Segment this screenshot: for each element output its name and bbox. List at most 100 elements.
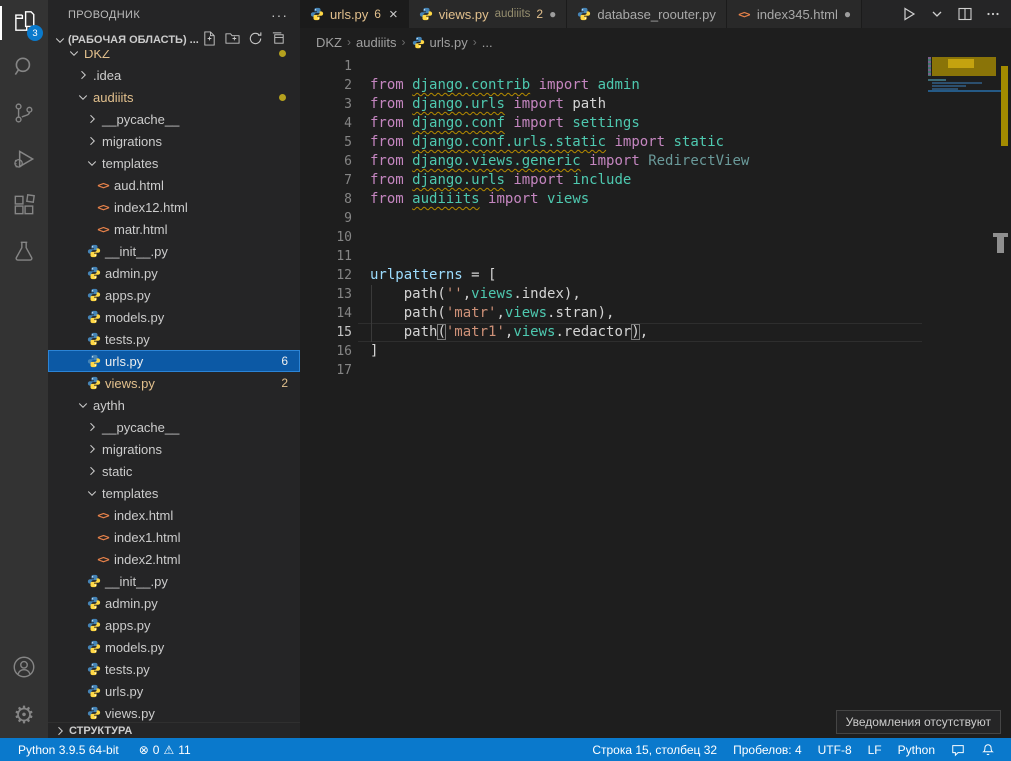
tree-item-models.py[interactable]: models.py bbox=[48, 636, 300, 658]
python-file-icon bbox=[87, 640, 101, 654]
tree-item-.idea[interactable]: .idea bbox=[48, 64, 300, 86]
breadcrumb-item-audiiits[interactable]: audiiits bbox=[356, 35, 396, 50]
explorer-activity-item[interactable]: 3 bbox=[0, 0, 48, 46]
source-control-activity-item[interactable] bbox=[0, 92, 48, 138]
status-python[interactable]: Python bbox=[890, 743, 943, 757]
new-file-icon[interactable] bbox=[202, 31, 217, 49]
close-icon[interactable]: × bbox=[389, 6, 398, 23]
code-line-14[interactable]: 14 path('matr',views.stran), bbox=[300, 304, 1011, 323]
error-count: 0 bbox=[153, 743, 160, 757]
code-line-7[interactable]: 7from django.urls import include bbox=[300, 171, 1011, 190]
refresh-icon[interactable] bbox=[248, 31, 263, 49]
extensions-activity-item[interactable] bbox=[0, 184, 48, 230]
new-folder-icon[interactable] bbox=[225, 31, 240, 49]
tree-item-static[interactable]: static bbox=[48, 460, 300, 482]
tree-item-views.py[interactable]: views.py bbox=[48, 702, 300, 722]
bell-icon[interactable] bbox=[973, 743, 1003, 757]
tree-item-views.py[interactable]: views.py2 bbox=[48, 372, 300, 394]
feedback-icon[interactable] bbox=[943, 743, 973, 757]
run-icon[interactable] bbox=[901, 6, 917, 22]
code-line-8[interactable]: 8from audiiits import views bbox=[300, 190, 1011, 209]
tree-item-index2.html[interactable]: <>index2.html bbox=[48, 548, 300, 570]
tab-urls.py[interactable]: urls.py6× bbox=[300, 0, 409, 28]
tree-item-admin.py[interactable]: admin.py bbox=[48, 262, 300, 284]
modified-dot-icon[interactable]: ● bbox=[549, 7, 556, 21]
code-line-1[interactable]: 1 bbox=[300, 57, 1011, 76]
run-dropdown-icon[interactable] bbox=[929, 6, 945, 22]
tab-database_roouter.py[interactable]: database_roouter.py bbox=[567, 0, 727, 28]
outline-section-header[interactable]: СТРУКТУРА bbox=[48, 722, 300, 738]
activity-bar: 3 ⚙ bbox=[0, 0, 48, 738]
code-line-11[interactable]: 11 bbox=[300, 247, 1011, 266]
account-activity-item[interactable] bbox=[0, 646, 48, 692]
tree-item-index12.html[interactable]: <>index12.html bbox=[48, 196, 300, 218]
tree-item-migrations[interactable]: migrations bbox=[48, 438, 300, 460]
status-bar-right: Строка 15, столбец 32Пробелов: 4UTF-8LFP… bbox=[584, 743, 1011, 757]
error-icon: ⊗ bbox=[139, 743, 149, 757]
tree-item-templates[interactable]: templates bbox=[48, 152, 300, 174]
breadcrumb-item-urls.py[interactable]: urls.py bbox=[410, 35, 467, 50]
tree-item-tests.py[interactable]: tests.py bbox=[48, 328, 300, 350]
sidebar-more-actions-icon[interactable]: ··· bbox=[271, 7, 288, 23]
tree-item-label: apps.py bbox=[105, 618, 151, 633]
tree-item-migrations[interactable]: migrations bbox=[48, 130, 300, 152]
modified-dot-icon[interactable]: ● bbox=[844, 7, 851, 21]
code-line-15[interactable]: 15 path('matr1',views.redactor), bbox=[300, 323, 1011, 342]
breadcrumb-separator: › bbox=[401, 35, 405, 49]
tree-item-models.py[interactable]: models.py bbox=[48, 306, 300, 328]
chevron-down-icon bbox=[68, 50, 80, 59]
problems-status[interactable]: ⊗ 0 ⚠ 11 bbox=[131, 743, 199, 757]
code-line-3[interactable]: 3from django.urls import path bbox=[300, 95, 1011, 114]
tree-item-matr.html[interactable]: <>matr.html bbox=[48, 218, 300, 240]
tree-item-__init__.py[interactable]: __init__.py bbox=[48, 570, 300, 592]
tree-item-apps.py[interactable]: apps.py bbox=[48, 284, 300, 306]
tree-item-tests.py[interactable]: tests.py bbox=[48, 658, 300, 680]
tree-item-__pycache__[interactable]: __pycache__ bbox=[48, 108, 300, 130]
code-line-5[interactable]: 5from django.conf.urls.static import sta… bbox=[300, 133, 1011, 152]
testing-activity-item[interactable] bbox=[0, 230, 48, 276]
code-editor[interactable]: 12from django.contrib import admin3from … bbox=[300, 56, 1011, 380]
run-debug-activity-item[interactable] bbox=[0, 138, 48, 184]
python-interpreter-status[interactable]: Python 3.9.5 64-bit bbox=[10, 743, 127, 757]
code-line-13[interactable]: 13 path('',views.index), bbox=[300, 285, 1011, 304]
code-line-12[interactable]: 12urlpatterns = [ bbox=[300, 266, 1011, 285]
split-editor-icon[interactable] bbox=[957, 6, 973, 22]
tree-item-apps.py[interactable]: apps.py bbox=[48, 614, 300, 636]
breadcrumb-item-...[interactable]: ... bbox=[482, 35, 493, 50]
tree-item-index1.html[interactable]: <>index1.html bbox=[48, 526, 300, 548]
code-line-16[interactable]: 16] bbox=[300, 342, 1011, 361]
tree-item-templates[interactable]: templates bbox=[48, 482, 300, 504]
search-activity-item[interactable] bbox=[0, 46, 48, 92]
workspace-section-header[interactable]: (РАБОЧАЯ ОБЛАСТЬ) ... bbox=[48, 30, 300, 50]
tree-item-admin.py[interactable]: admin.py bbox=[48, 592, 300, 614]
tree-item-urls.py[interactable]: urls.py bbox=[48, 680, 300, 702]
tree-item-aythh[interactable]: aythh bbox=[48, 394, 300, 416]
code-line-10[interactable]: 10 bbox=[300, 228, 1011, 247]
breadcrumb[interactable]: DKZ›audiiits›urls.py›... bbox=[300, 28, 1011, 56]
tree-item-DKZ[interactable]: DKZ bbox=[48, 50, 300, 64]
tree-item-index.html[interactable]: <>index.html bbox=[48, 504, 300, 526]
tree-item-label: apps.py bbox=[105, 288, 151, 303]
tree-item-__pycache__[interactable]: __pycache__ bbox=[48, 416, 300, 438]
more-actions-icon[interactable] bbox=[985, 6, 1001, 22]
collapse-all-icon[interactable] bbox=[271, 31, 286, 49]
tree-item-aud.html[interactable]: <>aud.html bbox=[48, 174, 300, 196]
status-пробелов-4[interactable]: Пробелов: 4 bbox=[725, 743, 810, 757]
status-lf[interactable]: LF bbox=[860, 743, 890, 757]
code-line-9[interactable]: 9 bbox=[300, 209, 1011, 228]
tree-item-urls.py[interactable]: urls.py6 bbox=[48, 350, 300, 372]
status-строка-15-столбец-32[interactable]: Строка 15, столбец 32 bbox=[584, 743, 725, 757]
tab-views.py[interactable]: views.pyaudiiits2● bbox=[409, 0, 568, 28]
code-line-4[interactable]: 4from django.conf import settings bbox=[300, 114, 1011, 133]
tree-item-__init__.py[interactable]: __init__.py bbox=[48, 240, 300, 262]
breadcrumb-item-DKZ[interactable]: DKZ bbox=[316, 35, 342, 50]
code-line-2[interactable]: 2from django.contrib import admin bbox=[300, 76, 1011, 95]
code-line-17[interactable]: 17 bbox=[300, 361, 1011, 380]
status-utf-8[interactable]: UTF-8 bbox=[810, 743, 860, 757]
tree-item-label: __pycache__ bbox=[102, 112, 179, 127]
tab-index345.html[interactable]: <>index345.html● bbox=[727, 0, 862, 28]
tree-item-audiiits[interactable]: audiiits bbox=[48, 86, 300, 108]
python-file-icon bbox=[87, 706, 101, 720]
code-line-6[interactable]: 6from django.views.generic import Redire… bbox=[300, 152, 1011, 171]
settings-gear-activity-item[interactable]: ⚙ bbox=[0, 692, 48, 738]
